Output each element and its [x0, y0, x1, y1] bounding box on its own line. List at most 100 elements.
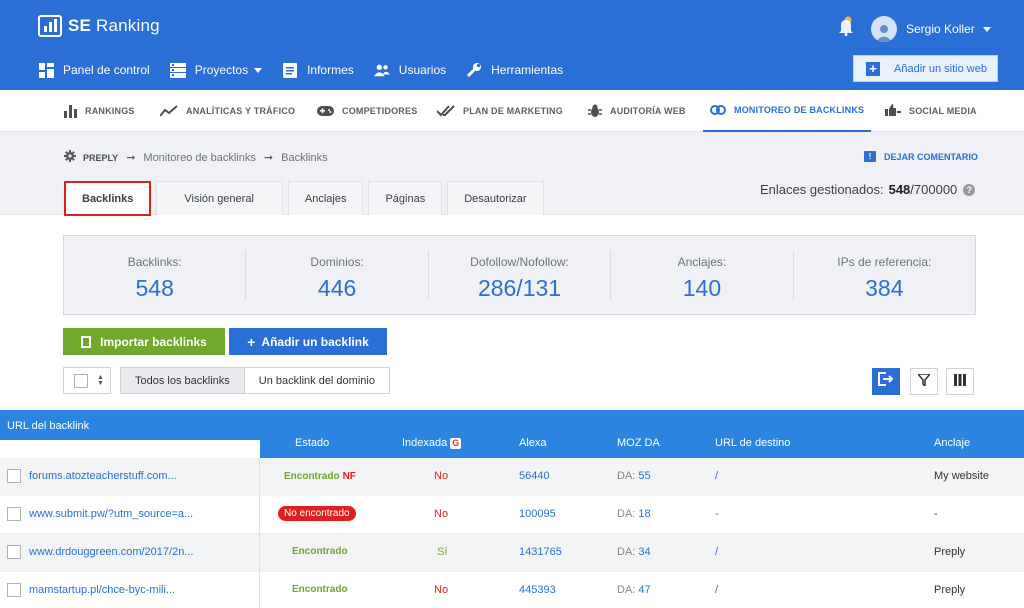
- module-tab-analytics[interactable]: ANALÍTICAS Y TRÁFICO: [160, 90, 295, 132]
- plus-icon: +: [247, 333, 256, 350]
- import-backlinks-label: Importar backlinks: [100, 334, 207, 349]
- export-button[interactable]: [872, 368, 900, 395]
- column-header-indexed[interactable]: Indexada G: [402, 437, 462, 449]
- arrow-right-icon: ➞: [263, 152, 274, 164]
- nav-item-projects[interactable]: Proyectos: [169, 60, 263, 80]
- row-checkbox[interactable]: [7, 469, 21, 483]
- backlink-url[interactable]: www.submit.pw/?utm_source=a...: [29, 508, 193, 520]
- nav-item-tools[interactable]: Herramientas: [466, 60, 563, 80]
- funnel-icon: [916, 372, 932, 391]
- alexa-value[interactable]: 56440: [519, 470, 550, 482]
- row-checkbox[interactable]: [7, 583, 21, 597]
- gear-icon[interactable]: [64, 150, 76, 165]
- anchor-text: Preply: [934, 584, 966, 596]
- destination-url[interactable]: /: [715, 546, 718, 558]
- select-all-checkbox[interactable]: [74, 373, 88, 388]
- nav-item-reports[interactable]: Informes: [282, 60, 354, 80]
- add-backlink-button[interactable]: + Añadir un backlink: [229, 328, 387, 355]
- tab-pages[interactable]: Páginas: [368, 181, 443, 215]
- backlink-url[interactable]: mamstartup.pl/chce-byc-mili...: [29, 584, 175, 596]
- nav-item-users[interactable]: Usuarios: [373, 60, 446, 80]
- add-website-button[interactable]: + Añadir un sitio web: [853, 55, 998, 82]
- column-header-moz[interactable]: MOZ DA: [617, 437, 660, 449]
- stat-label: Anclajes:: [677, 255, 727, 269]
- backlink-url[interactable]: www.drdouggreen.com/2017/2n...: [29, 546, 194, 558]
- bell-icon[interactable]: [838, 16, 854, 36]
- stat-label: IPs de referencia:: [837, 255, 932, 269]
- main-nav: Panel de control Proyectos Informes Usua…: [38, 60, 583, 80]
- import-backlinks-button[interactable]: Importar backlinks: [63, 328, 225, 355]
- module-tab-backlinks[interactable]: MONITOREO DE BACKLINKS: [703, 90, 872, 132]
- module-tab-social-media[interactable]: SOCIAL MEDIA: [885, 90, 977, 132]
- alexa-value[interactable]: 1431765: [519, 546, 562, 558]
- breadcrumb-section[interactable]: Monitoreo de backlinks: [143, 152, 256, 164]
- tab-disavow[interactable]: Desautorizar: [447, 181, 544, 215]
- leave-comment-button[interactable]: ! DEJAR COMENTARIO: [864, 151, 978, 162]
- up-down-arrows-icon: ▲ ▼: [97, 373, 104, 387]
- stat-value[interactable]: 140: [611, 275, 792, 302]
- help-icon[interactable]: ?: [963, 183, 976, 196]
- logo[interactable]: SE Ranking: [38, 15, 160, 37]
- alexa-value[interactable]: 445393: [519, 584, 556, 596]
- user-menu[interactable]: Sergio Koller: [871, 16, 991, 42]
- plus-icon: +: [866, 61, 880, 76]
- module-tab-label: RANKINGS: [85, 106, 135, 116]
- managed-links-total: /700000: [910, 182, 958, 197]
- bug-icon: [588, 104, 602, 118]
- chevron-down-icon: [982, 26, 991, 32]
- module-tab-label: MONITOREO DE BACKLINKS: [734, 105, 865, 115]
- stat-value[interactable]: 446: [246, 275, 427, 302]
- stat-value[interactable]: 286/131: [429, 275, 610, 302]
- top-bar: SE Ranking Sergio Koller Panel de contro…: [0, 0, 1024, 90]
- moz-da-prefix: DA:: [617, 584, 636, 596]
- stat-value[interactable]: 548: [64, 275, 245, 302]
- nav-item-label: Informes: [307, 63, 354, 77]
- columns-button[interactable]: [946, 368, 974, 395]
- backlink-url[interactable]: forums.atozteacherstuff.com...: [29, 470, 177, 482]
- breadcrumb-project[interactable]: PREPLY: [83, 153, 118, 163]
- tab-overview[interactable]: Visión general: [156, 181, 283, 215]
- moz-da-value: 47: [638, 584, 651, 596]
- filter-one-per-domain[interactable]: Un backlink del dominio: [245, 368, 389, 393]
- moz-da: DA: 34: [617, 546, 651, 558]
- stat-value[interactable]: 384: [794, 275, 975, 302]
- row-checkbox[interactable]: [7, 545, 21, 559]
- moz-da-prefix: DA:: [617, 508, 636, 520]
- add-website-label: Añadir un sitio web: [894, 62, 987, 75]
- column-header-status[interactable]: Estado: [295, 437, 329, 449]
- destination-url[interactable]: /: [715, 584, 718, 596]
- filter-button[interactable]: [910, 368, 938, 395]
- column-header-destination[interactable]: URL de destino: [715, 437, 790, 449]
- module-tab-web-audit[interactable]: AUDITORÍA WEB: [588, 90, 686, 132]
- moz-da: DA: 55: [617, 470, 651, 482]
- leave-comment-label: DEJAR COMENTARIO: [884, 151, 978, 162]
- module-tab-rankings[interactable]: RANKINGS: [64, 90, 135, 132]
- tab-backlinks[interactable]: Backlinks: [64, 181, 152, 216]
- module-tab-marketing-plan[interactable]: PLAN DE MARKETING: [437, 90, 563, 132]
- column-header-anchor[interactable]: Anclaje: [934, 437, 970, 449]
- nav-item-label: Panel de control: [63, 63, 150, 77]
- stat-referring-ips: IPs de referencia: 384: [794, 250, 975, 302]
- bulk-select-dropdown[interactable]: ▲ ▼: [63, 367, 111, 394]
- module-tab-label: COMPETIDORES: [342, 106, 418, 116]
- destination-url[interactable]: /: [715, 470, 718, 482]
- alexa-value[interactable]: 100095: [519, 508, 556, 520]
- stat-label: Dominios:: [310, 255, 364, 269]
- nav-item-label: Herramientas: [491, 63, 564, 77]
- line-chart-icon: [160, 105, 178, 117]
- row-checkbox[interactable]: [7, 507, 21, 521]
- filter-all-backlinks[interactable]: Todos los backlinks: [121, 368, 245, 393]
- user-name: Sergio Koller: [906, 22, 975, 36]
- tab-anchors[interactable]: Anclajes: [287, 181, 364, 215]
- stat-domains: Dominios: 446: [246, 250, 429, 302]
- module-tab-label: ANALÍTICAS Y TRÁFICO: [186, 106, 296, 116]
- module-tab-competitors[interactable]: COMPETIDORES: [317, 90, 417, 132]
- arrow-right-icon: ➞: [126, 152, 136, 164]
- column-header-url[interactable]: URL del backlink: [0, 410, 260, 440]
- column-header-alexa[interactable]: Alexa: [519, 437, 547, 449]
- backlink-filter: Todos los backlinks Un backlink del domi…: [120, 367, 390, 394]
- managed-links-value: 548: [888, 182, 911, 197]
- nav-item-dashboard[interactable]: Panel de control: [38, 60, 150, 80]
- table-row: forums.atozteacherstuff.com... Encontrad…: [0, 458, 1024, 496]
- link-icon: [710, 105, 726, 115]
